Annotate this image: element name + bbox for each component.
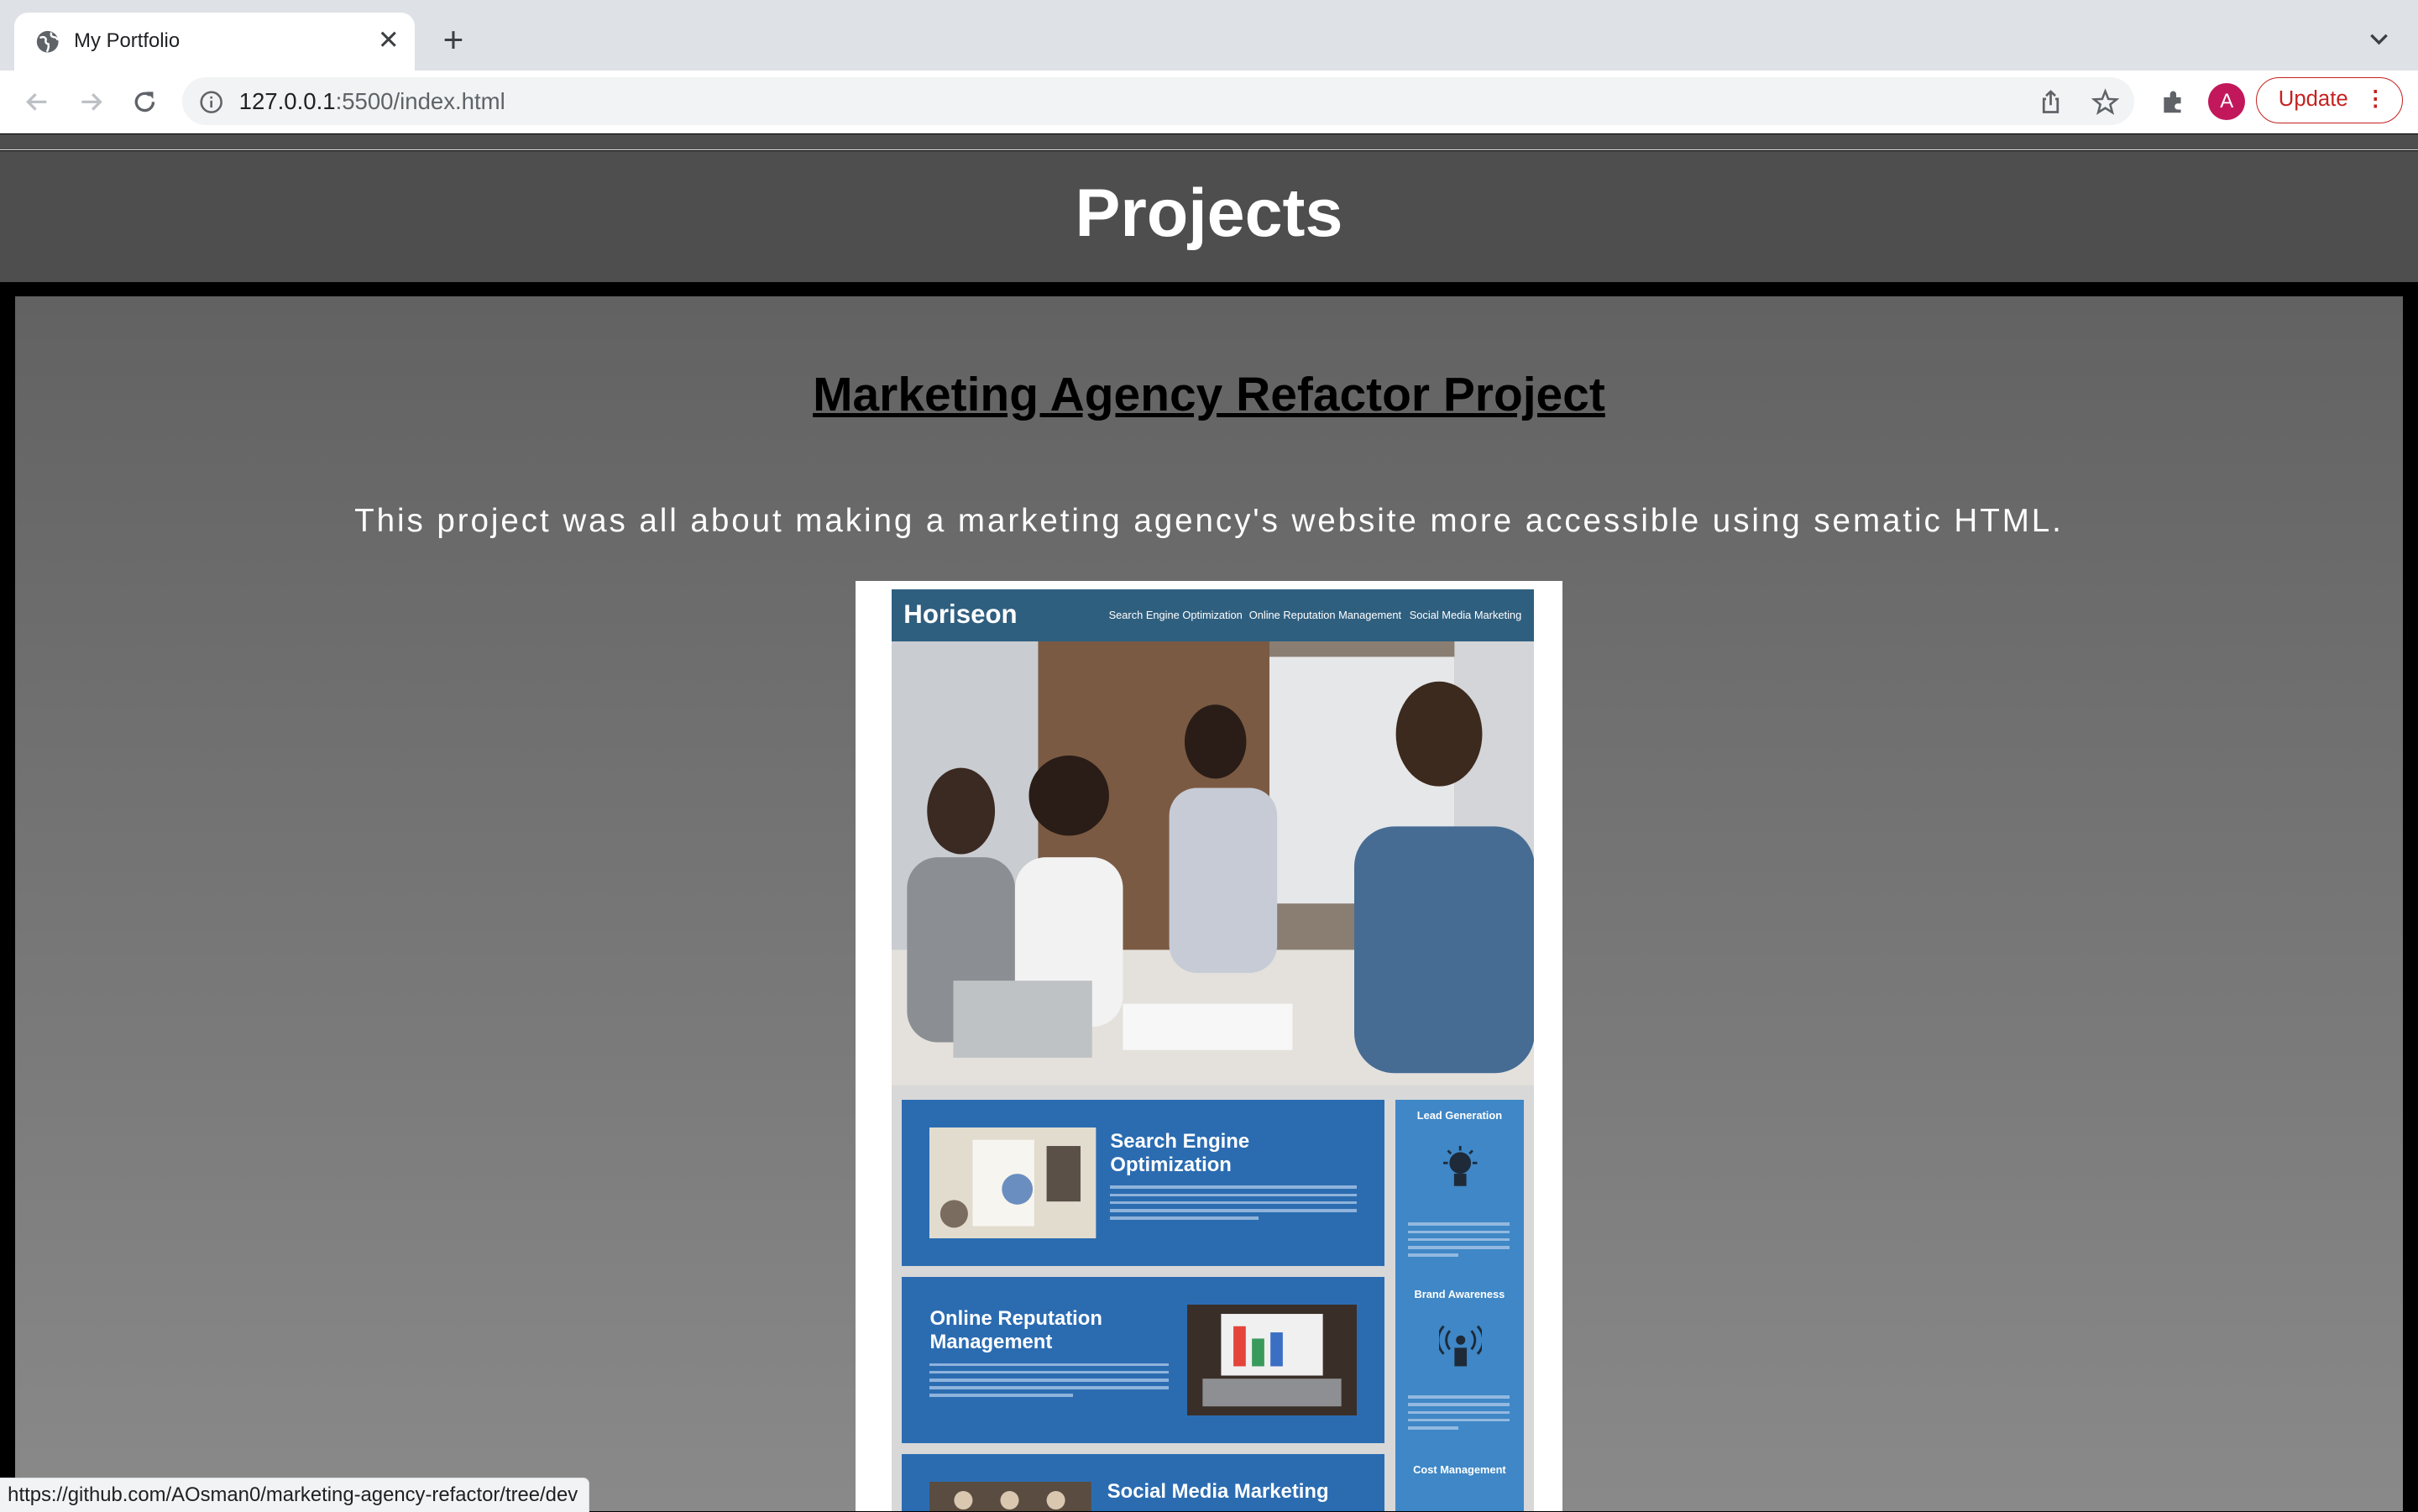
preview-smm-box: Social Media Marketing [902,1453,1385,1511]
forward-arrow-icon[interactable] [76,86,107,118]
preview-logo: Horiseon [903,599,1018,630]
new-tab-icon[interactable]: + [437,22,470,57]
chevron-down-icon[interactable] [2365,24,2393,52]
project-title-link[interactable]: Marketing Agency Refactor Project [15,367,2402,422]
extensions-puzzle-icon[interactable] [2158,86,2189,118]
preview-side-text [1407,1395,1510,1434]
update-button[interactable]: Update ⋮ [2256,76,2403,123]
preview-side-title: Cost Management [1413,1462,1506,1476]
preview-hero-image [891,641,1535,1086]
page-viewport: Projects Marketing Agency Refactor Proje… [0,133,2418,1511]
project-screenshot[interactable]: Horiseon Search Engine Optimization Onli… [856,581,1562,1511]
star-icon[interactable] [2091,87,2119,116]
preview-side-text [1407,1222,1510,1261]
preview-orm-box: Online Reputation Management [902,1276,1385,1444]
preview-box-text [1110,1185,1358,1224]
screenshot-content: Horiseon Search Engine Optimization Onli… [891,589,1535,1511]
header-edge [0,133,2418,151]
address-bar[interactable]: 127.0.0.1:5500/index.html [181,76,2134,125]
tab-strip: My Portfolio ✕ + [0,0,2418,71]
url-text: 127.0.0.1:5500/index.html [238,87,505,114]
projects-header: Projects [0,150,2418,283]
reload-icon[interactable] [129,86,160,118]
preview-side-title: Lead Generation [1416,1108,1503,1122]
preview-seo-box: Search Engine Optimization [902,1099,1385,1266]
preview-seo-image [929,1127,1096,1238]
broadcast-icon [1438,1325,1483,1367]
section-title: Projects [1075,175,1343,251]
preview-smm-image [929,1482,1092,1511]
globe-icon [37,30,59,53]
preview-box-title: Online Reputation Management [929,1307,1102,1353]
close-tab-icon[interactable]: ✕ [374,26,402,54]
preview-nav-item: Online Reputation Management [1248,609,1402,622]
preview-nav-item: Search Engine Optimization [1108,609,1243,622]
profile-avatar[interactable]: A [2208,83,2246,121]
preview-orm-image [1187,1304,1358,1416]
preview-header: Horiseon Search Engine Optimization Onli… [891,589,1535,642]
project-description: This project was all about making a mark… [354,502,2064,539]
preview-sidebar: Lead Generation Brand Awareness Cost Man… [1395,1099,1524,1511]
lightbulb-icon [1443,1145,1478,1186]
browser-toolbar: 127.0.0.1:5500/index.html A Update ⋮ [0,71,2418,133]
more-menu-icon[interactable]: ⋮ [2365,78,2387,121]
project-card: Marketing Agency Refactor Project This p… [15,296,2403,1511]
update-label: Update [2278,86,2348,111]
browser-tab[interactable]: My Portfolio ✕ [13,12,416,71]
preview-box-text [929,1363,1170,1402]
back-arrow-icon[interactable] [22,86,53,118]
preview-side-title: Brand Awareness [1414,1287,1505,1300]
preview-box-title: Social Media Marketing [1107,1480,1329,1504]
share-icon[interactable] [2037,88,2065,116]
preview-nav-item: Social Media Marketing [1409,609,1522,622]
preview-box-title: Search Engine Optimization [1110,1130,1250,1176]
tab-title: My Portfolio [74,29,181,52]
info-icon[interactable] [199,90,223,114]
link-status-bar: https://github.com/AOsman0/marketing-age… [0,1477,589,1512]
